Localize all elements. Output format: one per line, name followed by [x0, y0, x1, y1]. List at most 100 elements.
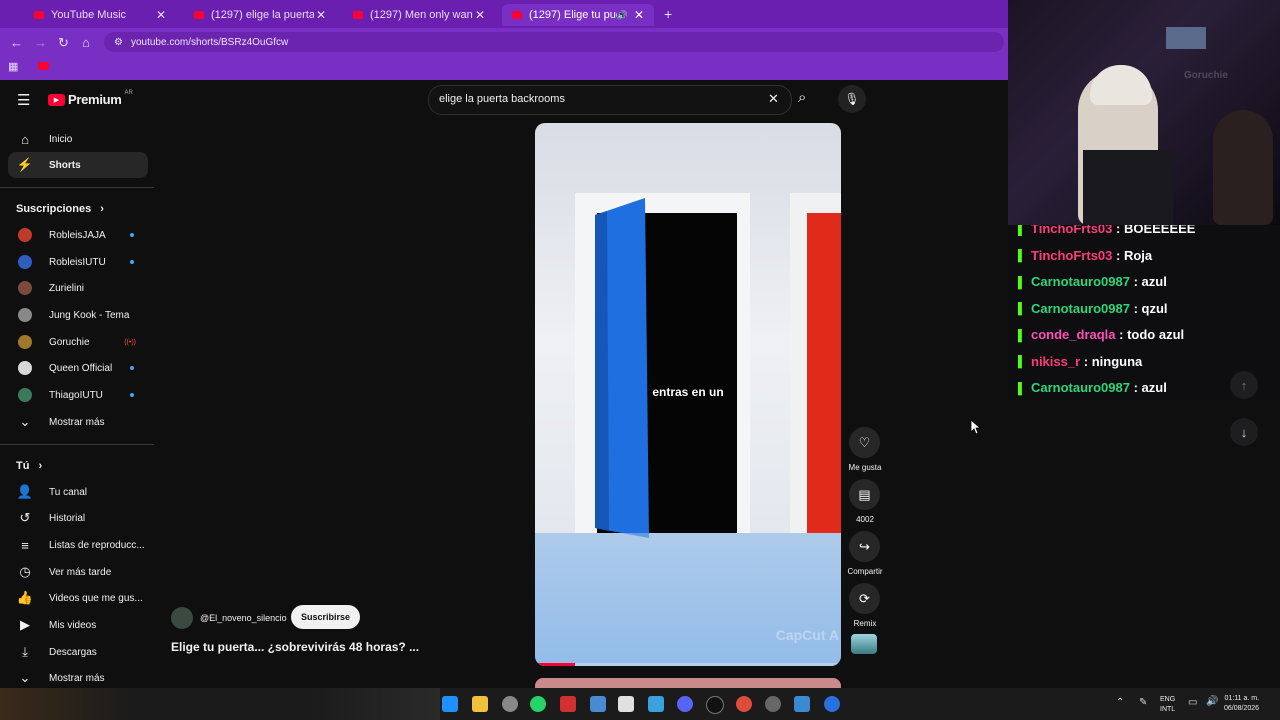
short-title[interactable]: Elige tu puerta... ¿sobrevivirás 48 hora… — [171, 640, 419, 654]
photos-icon[interactable] — [794, 696, 810, 712]
subscribe-button[interactable]: Suscribirse — [291, 605, 361, 629]
comments-button[interactable]: ▤ — [849, 479, 880, 510]
voice-search-button[interactable]: 🎙 — [838, 85, 866, 113]
menu-icon[interactable]: ☰ — [17, 91, 30, 109]
logo-text: Premium — [68, 92, 122, 107]
search-icon[interactable]: ⌕ — [798, 89, 806, 106]
video-icon: ▶ — [20, 617, 30, 632]
sound-thumbnail[interactable] — [851, 634, 877, 654]
you-heading[interactable]: Tú › — [16, 460, 42, 472]
close-tab-icon[interactable]: ✕ — [314, 8, 328, 22]
site-info-icon[interactable]: ⚙ — [114, 37, 123, 48]
sidebar-item-robleisiutu[interactable]: RobleisIUTU — [8, 249, 148, 275]
sidebar-item-label: RobleisIUTU — [49, 256, 106, 268]
app-icon[interactable] — [824, 696, 840, 712]
tab-elige-tu-puerta[interactable]: (1297) Elige tu puerta... ¿sob 🔊 ✕ — [502, 4, 654, 26]
youtube-bookmark-icon[interactable] — [38, 62, 49, 70]
short-video-player[interactable]: entras en un CapCut A — [535, 123, 841, 666]
playlist-icon: ≡ — [21, 537, 29, 553]
url-field[interactable]: ⚙ youtube.com/shorts/BSRz4OuGfcw — [104, 32, 1004, 52]
avatar — [18, 335, 32, 349]
sidebar-item-shorts[interactable]: ⚡ Shorts — [8, 152, 148, 178]
tab-youtube-music[interactable]: YouTube Music ✕ — [24, 4, 176, 26]
clock-time: 01:11 a. m. — [1224, 695, 1260, 702]
sidebar-item-tu-canal[interactable]: 👤 Tu canal — [8, 479, 148, 505]
sidebar-item-jung-kook[interactable]: Jung Kook - Tema — [8, 302, 148, 328]
next-short-preview[interactable] — [535, 678, 841, 688]
sidebar-item-listas[interactable]: ≡ Listas de reproducc... — [8, 532, 148, 558]
chat-username[interactable]: nikiss_r — [1031, 354, 1080, 369]
webcam-watermark: Goruchie — [1184, 70, 1228, 81]
sidebar-item-videos-me-gustan[interactable]: 👍 Videos que me gus... — [8, 585, 148, 611]
sidebar-item-label: RobleisJAJA — [49, 229, 106, 241]
search-input[interactable]: elige la puerta backrooms — [439, 93, 565, 105]
chrome-icon[interactable] — [736, 696, 752, 712]
github-icon[interactable] — [706, 696, 724, 714]
tab-elige-puerta[interactable]: (1297) elige la puerta correcta ✕ — [184, 4, 336, 26]
speaker-icon[interactable]: 🔊 — [617, 10, 628, 21]
sidebar-item-inicio[interactable]: ⌂ Inicio — [8, 126, 148, 152]
reload-icon[interactable]: ↻ — [58, 35, 69, 51]
app-icon[interactable] — [648, 696, 664, 712]
subscriptions-heading[interactable]: Suscripciones › — [16, 203, 104, 215]
pen-icon[interactable]: ✎ — [1139, 697, 1147, 708]
chevron-right-icon: › — [38, 460, 43, 472]
keyboard-layout[interactable]: ENG INTL — [1160, 695, 1175, 715]
youtube-icon — [512, 11, 522, 19]
sidebar-item-zurielini[interactable]: Zurielini — [8, 275, 148, 301]
chevron-up-icon[interactable]: ⌃ — [1116, 697, 1124, 708]
chat-username[interactable]: Carnotauro0987 — [1031, 380, 1130, 395]
back-icon[interactable]: ← — [10, 35, 23, 50]
close-tab-icon[interactable]: ✕ — [473, 8, 487, 22]
chat-username[interactable]: TinchoFrts03 — [1031, 248, 1112, 263]
kick-badge-icon: ▐ — [1014, 250, 1022, 262]
sidebar-item-historial[interactable]: ↺ Historial — [8, 505, 148, 531]
clear-search-icon[interactable]: ✕ — [768, 91, 779, 107]
whatsapp-icon[interactable] — [530, 696, 546, 712]
sidebar-item-mis-videos[interactable]: ▶ Mis videos — [8, 612, 148, 638]
discord-icon[interactable] — [677, 696, 693, 712]
clock[interactable]: 01:11 a. m. 06/08/2026 — [1224, 694, 1259, 714]
sidebar-item-robleisjaja[interactable]: RobleisJAJA — [8, 222, 148, 248]
sidebar-item-ver-mas-tarde[interactable]: ◷ Ver más tarde — [8, 559, 148, 585]
chat-username[interactable]: Carnotauro0987 — [1031, 274, 1130, 289]
file-explorer-icon[interactable] — [472, 696, 488, 712]
calculator-icon[interactable] — [590, 696, 606, 712]
sidebar-item-goruchie[interactable]: Goruchie ((•)) — [8, 329, 148, 355]
obs-icon[interactable] — [502, 696, 518, 712]
sidebar-item-label: Descargas — [49, 646, 97, 658]
channel-name[interactable]: @El_noveno_silencio — [200, 613, 287, 623]
tab-title: (1297) Men only want one thin — [370, 9, 473, 21]
windows-start-icon[interactable] — [442, 696, 458, 712]
sidebar-item-descargas[interactable]: ⤓ Descargas — [8, 639, 148, 665]
share-button[interactable]: ↪ — [849, 531, 880, 562]
display-icon[interactable]: ▭ — [1188, 697, 1197, 708]
sidebar-item-label: Shorts — [49, 159, 81, 171]
apps-grid-icon[interactable]: ▦ — [8, 60, 18, 73]
streaming-app-icon[interactable] — [560, 696, 576, 712]
forward-icon[interactable]: → — [34, 35, 47, 50]
home-icon[interactable]: ⌂ — [82, 35, 90, 50]
chat-username[interactable]: conde_draqla — [1031, 327, 1116, 342]
sidebar-item-queen[interactable]: Queen Official — [8, 355, 148, 381]
like-button[interactable]: ♡ — [849, 427, 880, 458]
progress-track[interactable] — [535, 663, 841, 666]
steam-icon[interactable] — [765, 696, 781, 712]
scroll-down-icon[interactable]: ↓ — [1230, 418, 1258, 446]
new-tab-button[interactable]: + — [664, 6, 672, 22]
notepad-icon[interactable] — [618, 696, 634, 712]
remix-button[interactable]: ⟳ — [849, 583, 880, 614]
close-tab-icon[interactable]: ✕ — [632, 8, 646, 22]
chat-message: ▐ TinchoFrts03 : Roja — [1014, 248, 1152, 263]
sidebar-item-thiagoiutu[interactable]: ThiagoIUTU — [8, 382, 148, 408]
scroll-up-icon[interactable]: ↑ — [1230, 371, 1258, 399]
tab-men-only[interactable]: (1297) Men only want one thin ✕ — [343, 4, 495, 26]
sidebar-item-label: Listas de reproducc... — [49, 539, 145, 551]
youtube-premium-logo[interactable]: ▶ Premium AR — [48, 90, 133, 107]
chat-username[interactable]: Carnotauro0987 — [1031, 301, 1130, 316]
close-tab-icon[interactable]: ✕ — [154, 8, 168, 22]
volume-icon[interactable]: 🔊 — [1206, 696, 1218, 707]
youtube-icon — [194, 11, 204, 19]
show-more-subscriptions[interactable]: ⌄ Mostrar más — [8, 409, 148, 435]
channel-avatar[interactable] — [171, 607, 193, 629]
